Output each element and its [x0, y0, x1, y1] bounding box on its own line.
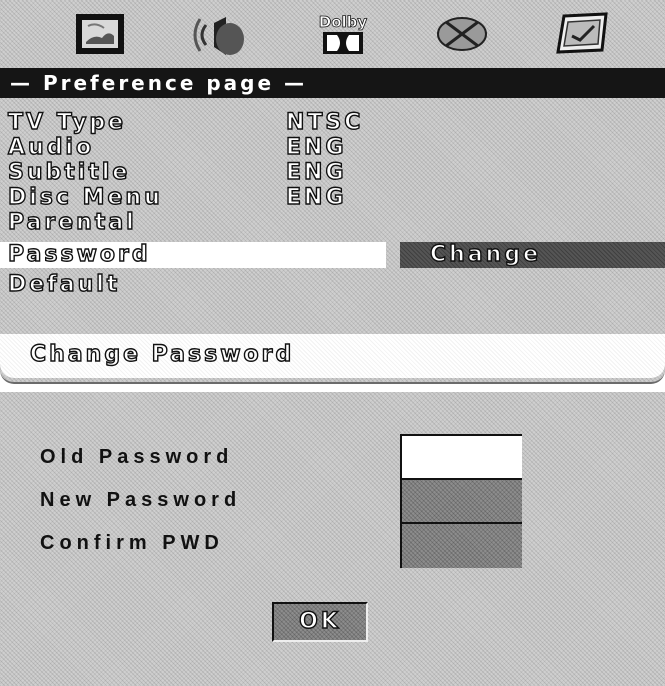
password-dialog: Old Password New Password Confirm PWD OK [0, 392, 665, 686]
old-password-input[interactable] [400, 434, 522, 478]
page-title: — Preference page — [0, 68, 665, 98]
tab-general-setup[interactable] [65, 6, 135, 62]
disc-crossed-icon [437, 17, 487, 51]
change-option[interactable]: Change [400, 241, 665, 268]
tab-preference-setup[interactable] [548, 6, 618, 62]
new-password-input[interactable] [400, 478, 522, 522]
menu-row-parental[interactable]: Parental [0, 209, 665, 236]
new-password-label: New Password [40, 489, 242, 511]
menu-row-audio[interactable]: Audio ENG [0, 134, 665, 161]
menu-label: Audio [7, 134, 95, 160]
menu-label: Default [7, 271, 121, 297]
dolby-label: Dolby [318, 13, 368, 32]
ok-button-label: OK [298, 608, 341, 634]
status-strip: Change Password [0, 334, 665, 378]
menu-row-tv-type[interactable]: TV Type NTSC [0, 109, 665, 136]
menu-label: Parental [7, 209, 137, 235]
confirm-password-input[interactable] [400, 522, 522, 568]
page-title-text: — Preference page — [10, 71, 308, 95]
tv-screen-icon [76, 14, 124, 54]
menu-value: ENG [285, 134, 347, 160]
menu-value: ENG [285, 159, 347, 185]
old-password-label: Old Password [40, 446, 234, 468]
setup-tab-bar: Dolby [0, 0, 665, 68]
dolby-digital-icon [323, 32, 363, 54]
ok-button[interactable]: OK [272, 602, 368, 642]
menu-label: Disc Menu [7, 184, 163, 210]
setup-menu-panel: Dolby — Preference page — TV Type NTSC A… [0, 0, 665, 384]
tab-audio-setup[interactable] [186, 6, 256, 62]
menu-row-subtitle[interactable]: Subtitle ENG [0, 159, 665, 186]
confirm-password-label: Confirm PWD [40, 532, 224, 554]
menu-label: Password [7, 241, 151, 267]
status-text: Change Password [29, 341, 295, 367]
change-option-label: Change [429, 241, 541, 267]
menu-value: ENG [285, 184, 347, 210]
tab-video-setup[interactable] [427, 6, 497, 62]
tab-dolby-setup[interactable]: Dolby [308, 6, 378, 62]
preference-picture-icon [556, 12, 608, 54]
menu-row-disc-menu[interactable]: Disc Menu ENG [0, 184, 665, 211]
menu-label: TV Type [7, 109, 127, 135]
menu-row-password[interactable]: Password Change [0, 241, 665, 268]
menu-row-default[interactable]: Default [0, 271, 665, 298]
menu-value: NTSC [285, 109, 364, 135]
speaker-icon [193, 17, 244, 55]
menu-label: Subtitle [7, 159, 131, 185]
